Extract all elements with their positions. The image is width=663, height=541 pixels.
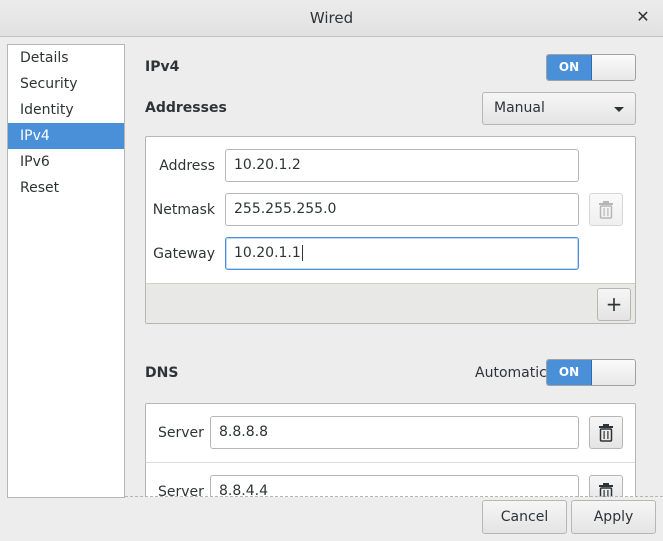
sidebar-item-ipv6[interactable]: IPv6	[8, 149, 124, 175]
sidebar-item-reset[interactable]: Reset	[8, 175, 124, 201]
chevron-down-icon	[614, 107, 624, 112]
trash-icon	[599, 483, 613, 497]
sidebar-item-details[interactable]: Details	[8, 45, 124, 71]
delete-dns-server-button[interactable]	[589, 416, 623, 449]
ipv4-switch-on-label: ON	[547, 55, 592, 80]
gateway-value: 10.20.1.1	[234, 245, 301, 261]
delete-address-button[interactable]	[589, 193, 623, 226]
trash-icon	[599, 424, 613, 442]
netmask-field[interactable]: 255.255.255.0	[225, 193, 579, 226]
dns-automatic-label: Automatic	[475, 365, 547, 381]
addresses-heading: Addresses	[145, 100, 227, 116]
gateway-label: Gateway	[153, 246, 215, 262]
dns-server-field[interactable]: 8.8.8.8	[210, 416, 579, 449]
ipv4-switch-knob	[592, 55, 635, 80]
gateway-field[interactable]: 10.20.1.1	[225, 237, 579, 270]
ipv4-heading: IPv4	[145, 59, 180, 75]
addresses-method-value: Manual	[494, 100, 545, 116]
sidebar-item-identity[interactable]: Identity	[8, 97, 124, 123]
plus-icon: +	[605, 292, 623, 316]
close-icon[interactable]: ✕	[632, 6, 654, 28]
address-label: Address	[159, 158, 215, 174]
window-title: Wired	[309, 9, 354, 27]
dns-switch-knob	[592, 360, 635, 385]
addresses-panel-footer: +	[146, 283, 635, 323]
addresses-panel: Address 10.20.1.2 Netmask 255.255.255.0 …	[145, 136, 636, 324]
address-field[interactable]: 10.20.1.2	[225, 149, 579, 182]
dns-servers-panel: Server 8.8.8.8 Server 8.8.4.4	[145, 403, 636, 497]
netmask-label: Netmask	[152, 202, 215, 218]
dns-row-divider	[146, 462, 635, 463]
title-bar: Wired ✕	[0, 0, 663, 37]
sidebar-item-ipv4[interactable]: IPv4	[8, 123, 124, 149]
dns-switch-on-label: ON	[547, 360, 592, 385]
ipv4-toggle-switch[interactable]: ON	[546, 54, 636, 81]
dns-automatic-switch[interactable]: ON	[546, 359, 636, 386]
addresses-method-dropdown[interactable]: Manual	[482, 92, 636, 125]
delete-dns-server-button[interactable]	[589, 475, 623, 497]
add-address-button[interactable]: +	[597, 288, 631, 321]
sidebar: Details Security Identity IPv4 IPv6 Rese…	[7, 44, 125, 498]
text-cursor	[301, 245, 303, 261]
ipv4-settings-page: IPv4 ON Addresses Manual Address 10.20.1…	[125, 37, 663, 497]
scroll-edge-divider	[125, 496, 663, 497]
trash-icon	[599, 201, 613, 219]
sidebar-item-security[interactable]: Security	[8, 71, 124, 97]
dns-server-label: Server	[158, 425, 204, 441]
cancel-button[interactable]: Cancel	[482, 500, 567, 534]
dns-heading: DNS	[145, 365, 179, 381]
dns-server-field[interactable]: 8.8.4.4	[210, 475, 579, 497]
apply-button[interactable]: Apply	[571, 500, 656, 534]
